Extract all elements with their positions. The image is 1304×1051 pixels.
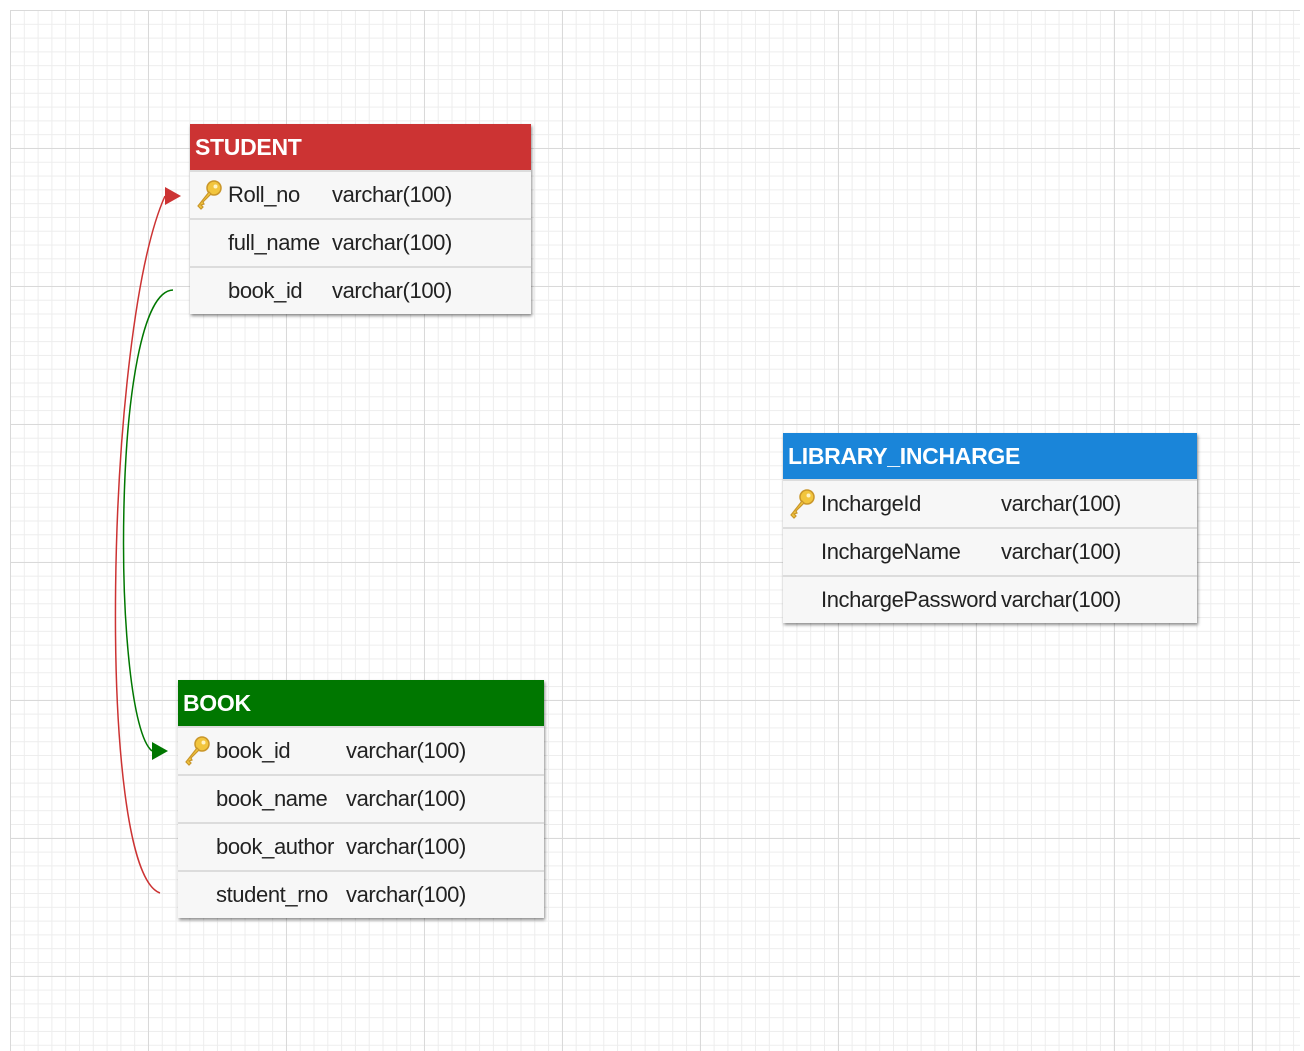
table-row-book-id[interactable]: book_id varchar(100) <box>178 726 544 774</box>
key-cell-empty <box>178 824 216 870</box>
table-header-book[interactable]: BOOK <box>178 680 544 726</box>
field-type: varchar(100) <box>1001 491 1121 516</box>
table-student[interactable]: STUDENT Roll_no varchar(100) full_name v… <box>190 124 531 314</box>
key-cell-empty <box>190 220 228 266</box>
table-header-library-incharge[interactable]: LIBRARY_INCHARGE <box>783 433 1197 479</box>
field-type: varchar(100) <box>346 786 466 811</box>
table-row-incharge-name[interactable]: InchargeName varchar(100) <box>783 527 1197 575</box>
field-name: book_id <box>228 278 303 303</box>
field-name: book_name <box>216 786 328 811</box>
field-type: varchar(100) <box>332 182 452 207</box>
key-cell-empty <box>190 268 228 314</box>
field-type: varchar(100) <box>346 738 466 763</box>
field-type: varchar(100) <box>332 230 452 255</box>
key-icon <box>190 172 228 218</box>
key-cell-empty <box>783 529 821 575</box>
field-type: varchar(100) <box>346 834 466 859</box>
field-type: varchar(100) <box>332 278 452 303</box>
key-icon <box>783 481 821 527</box>
field-name: InchargeName <box>821 539 961 564</box>
table-row-incharge-id[interactable]: InchargeId varchar(100) <box>783 479 1197 527</box>
field-name: InchargePassword <box>821 587 997 612</box>
table-header-student[interactable]: STUDENT <box>190 124 531 170</box>
table-row-full-name[interactable]: full_name varchar(100) <box>190 218 531 266</box>
table-row-roll-no[interactable]: Roll_no varchar(100) <box>190 170 531 218</box>
field-type: varchar(100) <box>346 882 466 907</box>
key-cell-empty <box>783 577 821 623</box>
table-book[interactable]: BOOK book_id varchar(100) book_name varc… <box>178 680 544 918</box>
field-name: student_rno <box>216 882 328 907</box>
field-name: book_id <box>216 738 291 763</box>
table-row-book-name[interactable]: book_name varchar(100) <box>178 774 544 822</box>
key-cell-empty <box>178 776 216 822</box>
field-name: Roll_no <box>228 182 300 207</box>
field-type: varchar(100) <box>1001 587 1121 612</box>
field-type: varchar(100) <box>1001 539 1121 564</box>
field-name: book_author <box>216 834 334 859</box>
field-name: InchargeId <box>821 491 921 516</box>
table-row-incharge-password[interactable]: InchargePassword varchar(100) <box>783 575 1197 623</box>
table-row-book-author[interactable]: book_author varchar(100) <box>178 822 544 870</box>
key-icon <box>178 728 216 774</box>
table-row-book-id[interactable]: book_id varchar(100) <box>190 266 531 314</box>
field-name: full_name <box>228 230 320 255</box>
key-cell-empty <box>178 872 216 918</box>
table-library-incharge[interactable]: LIBRARY_INCHARGE InchargeId varchar(100)… <box>783 433 1197 623</box>
table-row-student-rno[interactable]: student_rno varchar(100) <box>178 870 544 918</box>
